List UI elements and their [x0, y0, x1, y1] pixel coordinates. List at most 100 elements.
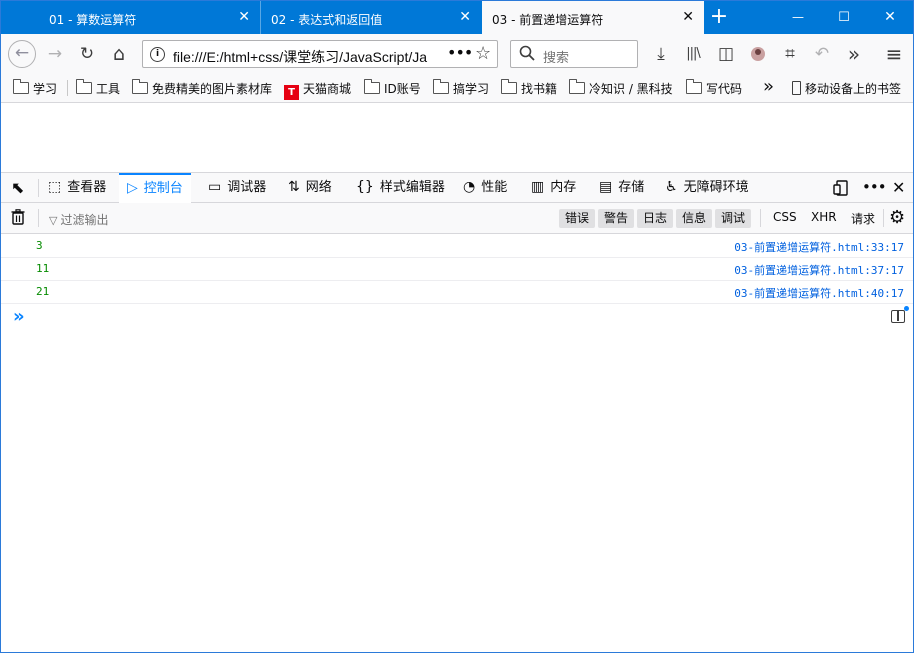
filter-css-button[interactable]: CSS: [773, 210, 797, 224]
bookmark-trivia-tech[interactable]: 冷知识 / 黑科技: [569, 79, 673, 96]
bookmark-write-code[interactable]: 写代码: [686, 79, 743, 96]
split-editor-icon[interactable]: [891, 306, 909, 323]
sidebar-icon[interactable]: ◫: [712, 40, 740, 68]
bookmarks-overflow-icon[interactable]: »: [763, 76, 774, 97]
source-link[interactable]: 03-前置递增运算符.html:33:17: [734, 239, 904, 255]
search-placeholder: 搜索: [543, 51, 570, 66]
console-icon: ▷: [127, 180, 138, 196]
back-button[interactable]: ←: [8, 40, 36, 68]
download-icon[interactable]: ⤓: [647, 40, 675, 68]
minimize-button[interactable]: —: [775, 1, 821, 34]
tab-title: 01 - 算数运算符: [49, 13, 137, 27]
tab-expressions[interactable]: 02 - 表达式和返回值 ✕: [261, 1, 481, 34]
bookmark-tmall[interactable]: T 天猫商城: [284, 80, 352, 100]
tab-label: 内存: [550, 180, 577, 195]
filter-errors-button[interactable]: 错误: [559, 209, 596, 228]
forward-button[interactable]: →: [41, 40, 69, 68]
crop-icon[interactable]: ⌗: [776, 40, 804, 68]
url-text[interactable]: file:///E:/html+css/课堂练习/JavaScript/Ja: [173, 47, 435, 67]
library-icon[interactable]: |||\: [679, 40, 707, 68]
notification-dot: [904, 306, 909, 311]
folder-icon: [13, 79, 29, 94]
tab-console[interactable]: ▷ 控制台: [119, 173, 191, 203]
bookmark-star-icon[interactable]: ☆: [475, 43, 491, 64]
bookmark-free-images[interactable]: 免费精美的图片素材库: [132, 79, 272, 96]
navigation-toolbar: ← → ↻ ⌂ i file:///E:/html+css/课堂练习/JavaS…: [1, 34, 913, 74]
bookmark-learning[interactable]: 搞学习: [433, 79, 489, 96]
bookmark-books[interactable]: 找书籍: [501, 79, 557, 96]
log-value: 11: [36, 262, 50, 275]
memory-icon: ▥: [531, 179, 545, 195]
page-actions-button[interactable]: •••: [447, 43, 473, 62]
tab-memory[interactable]: ▥ 内存: [531, 173, 576, 203]
info-icon[interactable]: i: [150, 47, 165, 62]
tab-title: 03 - 前置递增运算符: [492, 13, 604, 27]
mobile-bookmarks[interactable]: 移动设备上的书签: [792, 80, 901, 96]
bookmark-id-accounts[interactable]: ID账号: [364, 79, 421, 96]
bookmark-label: ID账号: [384, 82, 421, 96]
more-options-icon[interactable]: •••: [862, 173, 887, 203]
address-bar[interactable]: i file:///E:/html+css/课堂练习/JavaScript/Ja…: [142, 40, 498, 68]
debugger-icon: ▭: [208, 179, 222, 195]
source-link[interactable]: 03-前置递增运算符.html:40:17: [734, 285, 904, 301]
tab-label: 存储: [618, 180, 645, 195]
folder-icon: [433, 79, 449, 94]
search-input[interactable]: 搜索: [510, 40, 638, 68]
filter-placeholder: 过滤输出: [60, 213, 109, 227]
close-devtools-icon[interactable]: ✕: [892, 173, 905, 203]
filter-input[interactable]: ▽ 过滤输出: [49, 211, 108, 228]
window-close-button[interactable]: ✕: [867, 1, 913, 34]
tab-label: 调试器: [227, 180, 267, 195]
tab-storage[interactable]: ▤ 存储: [599, 173, 644, 203]
close-icon[interactable]: ✕: [459, 10, 471, 24]
tab-label: 样式编辑器: [379, 180, 445, 195]
responsive-mode-icon[interactable]: [833, 173, 849, 203]
home-button[interactable]: ⌂: [105, 40, 133, 68]
tab-debugger[interactable]: ▭ 调试器: [208, 173, 266, 203]
filter-xhr-button[interactable]: XHR: [811, 210, 837, 224]
tab-prefix-increment[interactable]: 03 - 前置递增运算符 ✕: [482, 1, 704, 34]
bookmark-label: 天猫商城: [303, 82, 352, 96]
console-message: 3 03-前置递增运算符.html:33:17: [1, 234, 913, 258]
close-icon[interactable]: ✕: [238, 10, 250, 24]
divider: [67, 80, 68, 96]
tab-label: 控制台: [143, 181, 183, 196]
new-tab-button[interactable]: +: [707, 6, 731, 30]
accessibility-icon: ♿: [665, 179, 678, 195]
divider: [38, 179, 39, 197]
menu-icon[interactable]: ≡: [880, 40, 908, 68]
filter-requests-button[interactable]: 请求: [851, 210, 875, 227]
filter-info-button[interactable]: 信息: [676, 209, 713, 228]
tab-title: 02 - 表达式和返回值: [271, 13, 383, 27]
overflow-menu-icon[interactable]: »: [840, 40, 868, 68]
close-icon[interactable]: ✕: [682, 10, 694, 24]
undo-icon[interactable]: ↶: [808, 40, 836, 68]
source-link[interactable]: 03-前置递增运算符.html:37:17: [734, 262, 904, 278]
bookmark-study[interactable]: 学习: [13, 79, 57, 96]
console-output: 3 03-前置递增运算符.html:33:17 11 03-前置递增运算符.ht…: [1, 234, 913, 652]
bookmark-label: 写代码: [706, 82, 743, 96]
filter-logs-button[interactable]: 日志: [637, 209, 674, 228]
reload-button[interactable]: ↻: [73, 40, 101, 68]
tab-style-editor[interactable]: {} 样式编辑器: [356, 173, 445, 203]
tab-network[interactable]: ⇅ 网络: [288, 173, 332, 203]
bookmark-tools[interactable]: 工具: [76, 79, 120, 96]
divider: [883, 209, 884, 227]
tab-performance[interactable]: ◔ 性能: [463, 173, 507, 203]
log-value: 21: [36, 285, 50, 298]
inspector-icon: ⬚: [48, 179, 62, 195]
filter-icon: ▽: [49, 214, 58, 227]
extension-avatar-icon[interactable]: [744, 40, 772, 68]
console-input-prompt[interactable]: »: [13, 308, 25, 326]
filter-debug-button[interactable]: 调试: [715, 209, 752, 228]
maximize-button[interactable]: ☐: [821, 1, 867, 34]
tab-inspector[interactable]: ⬚ 查看器: [48, 173, 106, 203]
tab-accessibility[interactable]: ♿ 无障碍环境: [665, 173, 749, 203]
tab-arithmetic-operators[interactable]: 01 - 算数运算符 ✕: [39, 1, 261, 34]
filter-warnings-button[interactable]: 警告: [598, 209, 635, 228]
bookmark-label: 冷知识 / 黑科技: [589, 82, 673, 96]
clear-console-icon[interactable]: [11, 209, 25, 229]
log-value: 3: [36, 239, 43, 252]
element-picker-icon[interactable]: ⬉: [11, 173, 24, 203]
gear-icon[interactable]: ⚙: [889, 207, 905, 228]
